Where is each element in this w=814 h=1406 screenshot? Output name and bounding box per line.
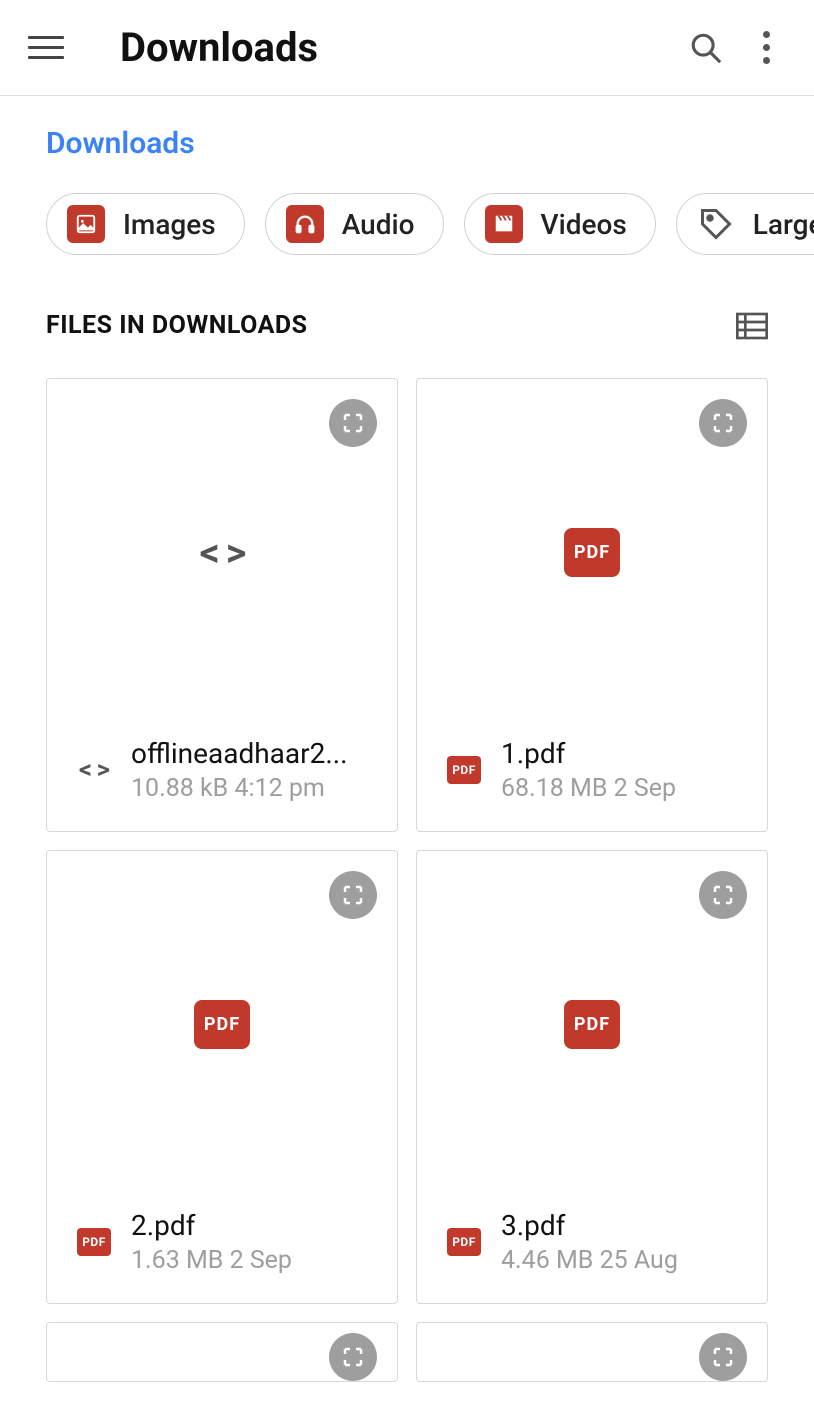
list-view-toggle-icon[interactable] [736,312,768,340]
file-preview: PDF [417,851,767,1197]
file-grid: < > < > offlineaadhaar2... 10.88 kB 4:12… [0,360,814,1400]
pdf-icon: PDF [564,528,620,577]
expand-icon[interactable] [329,871,377,919]
file-preview: PDF [417,379,767,725]
file-footer: PDF 2.pdf 1.63 MB 2 Sep [47,1197,397,1303]
filter-label: Large [753,208,814,241]
app-header: Downloads [0,0,814,96]
file-card[interactable]: PDF PDF 3.pdf 4.46 MB 25 Aug [416,850,768,1304]
filter-label: Images [123,208,216,241]
filter-label: Audio [342,208,415,241]
file-preview: < > [47,379,397,725]
pdf-icon: PDF [75,1223,113,1261]
filter-chip-large[interactable]: Large [676,193,814,255]
file-name: 3.pdf [501,1209,678,1242]
file-name: offlineaadhaar2... [131,737,348,770]
filter-label: Videos [541,208,627,241]
file-meta: 4.46 MB 25 Aug [501,1246,678,1275]
expand-icon[interactable] [699,399,747,447]
filter-chip-videos[interactable]: Videos [464,193,656,255]
file-card[interactable] [416,1322,768,1382]
tag-icon [697,205,735,243]
pdf-icon: PDF [194,1000,250,1049]
file-card[interactable]: PDF PDF 1.pdf 68.18 MB 2 Sep [416,378,768,832]
filter-chips-row: Images Audio Videos Large [0,181,814,267]
file-preview [47,1323,397,1381]
file-meta: 10.88 kB 4:12 pm [131,774,348,803]
clapper-icon [485,205,523,243]
more-options-icon[interactable] [746,28,786,68]
file-card[interactable] [46,1322,398,1382]
file-footer: PDF 1.pdf 68.18 MB 2 Sep [417,725,767,831]
code-icon: < > [75,751,113,789]
hamburger-menu-icon[interactable] [28,30,64,66]
filter-chip-images[interactable]: Images [46,193,245,255]
breadcrumb[interactable]: Downloads [0,96,814,181]
pdf-icon: PDF [564,1000,620,1049]
file-footer: PDF 3.pdf 4.46 MB 25 Aug [417,1197,767,1303]
file-name: 2.pdf [131,1209,292,1242]
pdf-icon: PDF [445,1223,483,1261]
expand-icon[interactable] [699,871,747,919]
code-icon: < > [192,522,252,582]
file-card[interactable]: PDF PDF 2.pdf 1.63 MB 2 Sep [46,850,398,1304]
image-icon [67,205,105,243]
headphones-icon [286,205,324,243]
search-icon[interactable] [686,28,726,68]
section-header: FILES IN DOWNLOADS [0,267,814,360]
pdf-icon: PDF [445,751,483,789]
section-title: FILES IN DOWNLOADS [46,311,308,340]
expand-icon[interactable] [699,1333,747,1381]
file-preview [417,1323,767,1381]
file-footer: < > offlineaadhaar2... 10.88 kB 4:12 pm [47,725,397,831]
file-meta: 1.63 MB 2 Sep [131,1246,292,1275]
file-preview: PDF [47,851,397,1197]
file-card[interactable]: < > < > offlineaadhaar2... 10.88 kB 4:12… [46,378,398,832]
file-name: 1.pdf [501,737,676,770]
expand-icon[interactable] [329,399,377,447]
page-title: Downloads [120,24,666,71]
filter-chip-audio[interactable]: Audio [265,193,444,255]
file-meta: 68.18 MB 2 Sep [501,774,676,803]
expand-icon[interactable] [329,1333,377,1381]
